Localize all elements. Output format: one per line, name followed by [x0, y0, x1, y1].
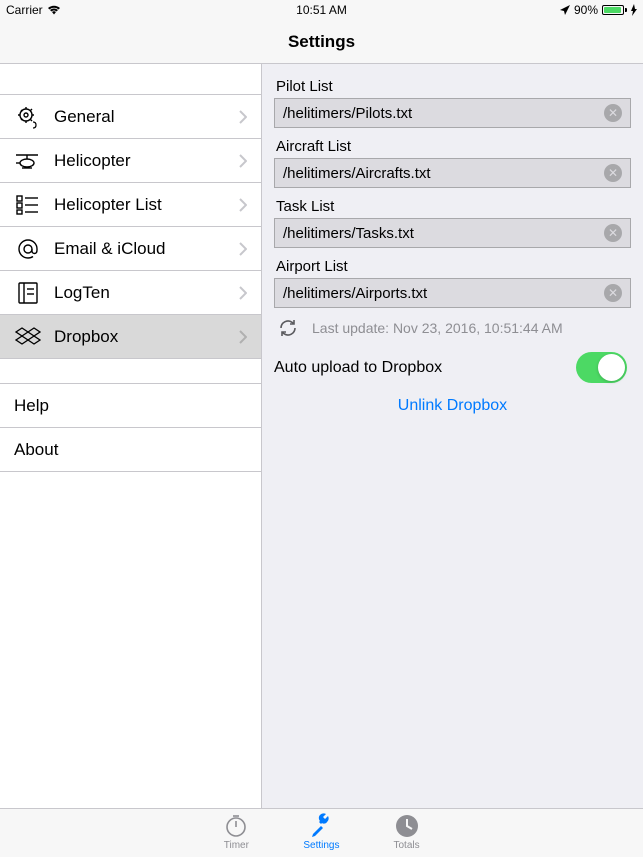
dropbox-icon [14, 326, 42, 348]
chevron-right-icon [239, 110, 247, 124]
status-bar: Carrier 10:51 AM 90% [0, 0, 643, 20]
logten-icon [14, 281, 42, 305]
sidebar-item-helicopter-list[interactable]: Helicopter List [0, 183, 261, 227]
sidebar-item-logten[interactable]: LogTen [0, 271, 261, 315]
sidebar: General Helicopter Helicopter List [0, 64, 262, 808]
last-update-label: Last update: Nov 23, 2016, 10:51:44 AM [312, 320, 563, 336]
sidebar-item-label: Helicopter List [54, 195, 227, 215]
tab-bar: Timer Settings Totals [0, 808, 643, 857]
field-label-pilot: Pilot List [274, 78, 631, 95]
tab-label: Settings [303, 840, 339, 851]
clear-icon[interactable]: ✕ [604, 104, 622, 122]
sidebar-item-label: General [54, 107, 227, 127]
field-label-airport: Airport List [274, 258, 631, 275]
sidebar-item-email-icloud[interactable]: Email & iCloud [0, 227, 261, 271]
sidebar-item-general[interactable]: General [0, 95, 261, 139]
tab-label: Timer [224, 840, 249, 851]
battery-pct: 90% [574, 3, 598, 17]
clock-icon [394, 813, 420, 839]
field-label-task: Task List [274, 198, 631, 215]
clear-icon[interactable]: ✕ [604, 224, 622, 242]
wifi-icon [47, 5, 61, 15]
task-list-input[interactable] [283, 225, 604, 242]
nav-bar: Settings [0, 20, 643, 64]
timer-icon [223, 813, 249, 839]
at-icon [14, 237, 42, 261]
sidebar-item-label: Dropbox [54, 327, 227, 347]
battery-icon [602, 5, 627, 15]
tools-icon [308, 813, 334, 839]
sidebar-item-label: Helicopter [54, 151, 227, 171]
list-icon [14, 195, 42, 215]
carrier-label: Carrier [6, 3, 43, 17]
airport-list-input[interactable] [283, 285, 604, 302]
location-icon [560, 5, 570, 15]
refresh-icon[interactable] [278, 318, 298, 338]
field-input-task[interactable]: ✕ [274, 218, 631, 248]
sidebar-item-label: Email & iCloud [54, 239, 227, 259]
nav-title: Settings [288, 32, 355, 52]
tab-settings[interactable]: Settings [303, 813, 339, 857]
tab-totals[interactable]: Totals [394, 813, 420, 857]
gear-icon [14, 104, 42, 130]
chevron-right-icon [239, 198, 247, 212]
sidebar-item-helicopter[interactable]: Helicopter [0, 139, 261, 183]
sidebar-item-label: About [14, 440, 247, 460]
field-input-aircraft[interactable]: ✕ [274, 158, 631, 188]
sidebar-item-dropbox[interactable]: Dropbox [0, 315, 261, 359]
sidebar-item-label: LogTen [54, 283, 227, 303]
charging-icon [631, 4, 637, 16]
aircraft-list-input[interactable] [283, 165, 604, 182]
chevron-right-icon [239, 242, 247, 256]
pilot-list-input[interactable] [283, 105, 604, 122]
sidebar-item-label: Help [14, 396, 247, 416]
unlink-dropbox-button[interactable]: Unlink Dropbox [274, 397, 631, 415]
clear-icon[interactable]: ✕ [604, 284, 622, 302]
field-label-aircraft: Aircraft List [274, 138, 631, 155]
tab-label: Totals [394, 840, 420, 851]
chevron-right-icon [239, 286, 247, 300]
sidebar-item-help[interactable]: Help [0, 384, 261, 428]
content: General Helicopter Helicopter List [0, 64, 643, 808]
field-input-pilot[interactable]: ✕ [274, 98, 631, 128]
helicopter-icon [14, 152, 42, 170]
sidebar-item-about[interactable]: About [0, 428, 261, 472]
chevron-right-icon [239, 154, 247, 168]
auto-upload-label: Auto upload to Dropbox [274, 359, 442, 377]
tab-timer[interactable]: Timer [223, 813, 249, 857]
clear-icon[interactable]: ✕ [604, 164, 622, 182]
detail-panel: Pilot List ✕ Aircraft List ✕ Task List ✕… [262, 64, 643, 808]
auto-upload-switch[interactable] [576, 352, 627, 383]
chevron-right-icon [239, 330, 247, 344]
status-time: 10:51 AM [296, 3, 347, 17]
field-input-airport[interactable]: ✕ [274, 278, 631, 308]
